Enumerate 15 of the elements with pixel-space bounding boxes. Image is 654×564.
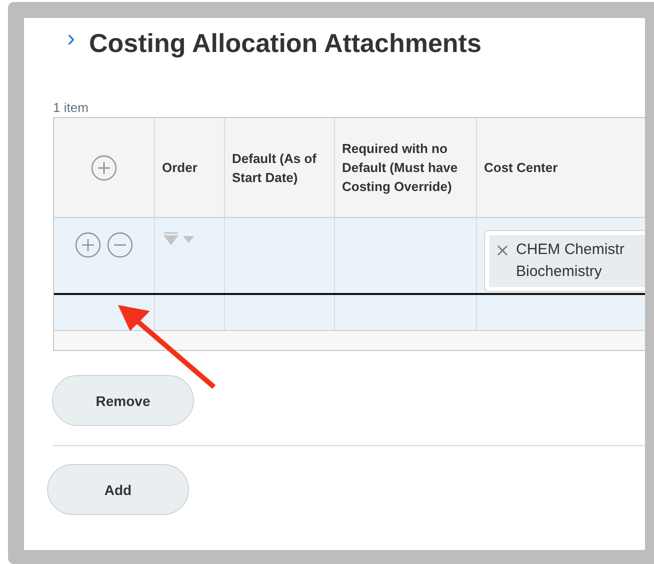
move-down-icon[interactable] — [162, 232, 196, 246]
item-count: 1 item — [53, 100, 90, 116]
close-icon[interactable] — [497, 245, 508, 256]
add-row-icon[interactable] — [75, 232, 101, 258]
remove-row-icon[interactable] — [107, 232, 133, 258]
column-header: Required with no Default (Must have Costing Override) — [342, 140, 459, 196]
chevron-toggle[interactable]: › — [67, 27, 75, 51]
add-row-icon[interactable] — [91, 154, 117, 180]
column-header: Cost Center — [484, 159, 558, 177]
remove-button[interactable]: Remove — [52, 375, 194, 426]
section-title: Costing Allocation Attachments — [89, 28, 482, 58]
add-button[interactable]: Add — [47, 464, 189, 515]
column-header: Default (As of Start Date) — [232, 150, 318, 186]
column-header: Order — [162, 159, 198, 177]
cost-center-field[interactable]: CHEM Chemistr Biochemistry — [484, 230, 645, 292]
